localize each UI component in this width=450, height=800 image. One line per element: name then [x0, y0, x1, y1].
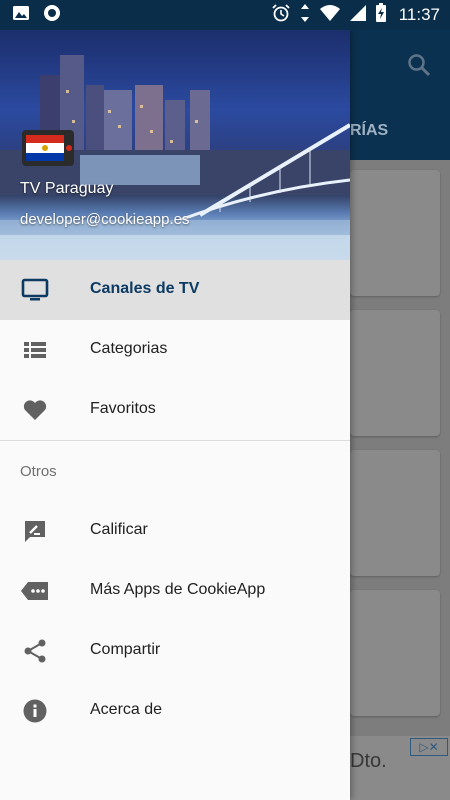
drawer-app-name: TV Paraguay	[20, 180, 114, 197]
info-icon	[20, 698, 50, 724]
alarm-icon	[271, 3, 291, 28]
menu-item-acerca-de[interactable]: Acerca de	[0, 681, 350, 741]
menu-item-label: Canales de TV	[90, 280, 200, 297]
share-icon	[20, 638, 50, 664]
data-arrows-icon	[299, 3, 311, 28]
ad-text: Dto.	[350, 750, 387, 772]
image-icon	[12, 4, 30, 27]
menu-item-label: Más Apps de CookieApp	[90, 581, 266, 598]
drawer-header: TV Paraguay developer@cookieapp.es	[0, 30, 350, 260]
menu-item-compartir[interactable]: Compartir	[0, 621, 350, 681]
status-time: 11:37	[398, 5, 440, 24]
status-bar: 11:37	[0, 0, 450, 30]
menu-item-label: Acerca de	[90, 701, 163, 718]
drawer-email: developer@cookieapp.es	[20, 211, 190, 228]
menu-section-otros: Otros	[0, 441, 350, 501]
app-avatar	[22, 130, 74, 166]
menu-item-label: Calificar	[90, 521, 148, 538]
search-icon	[406, 52, 432, 83]
heart-icon	[20, 397, 50, 423]
background-tab-label: RÍAS	[350, 122, 389, 139]
menu-item-label: Compartir	[90, 641, 161, 658]
paraguay-flag-tv-icon	[26, 135, 72, 161]
menu-item-calificar[interactable]: Calificar	[0, 501, 350, 561]
more-apps-icon	[20, 578, 50, 604]
menu-item-canales-de-tv[interactable]: Canales de TV	[0, 260, 350, 320]
background-ad-banner: Dto. ▷✕	[350, 736, 450, 800]
navigation-drawer: TV Paraguay developer@cookieapp.es Canal…	[0, 30, 350, 800]
signal-icon	[349, 4, 367, 27]
circle-app-icon	[42, 3, 62, 28]
menu-item-label: Categorias	[90, 340, 168, 357]
background-card	[350, 590, 440, 716]
background-card	[350, 170, 440, 296]
drawer-menu: Canales de TV Categorias Favoritos Otros…	[0, 260, 350, 741]
section-label: Otros	[20, 463, 57, 480]
rate-review-icon	[20, 518, 50, 544]
battery-charging-icon	[375, 2, 387, 28]
menu-item-categorias[interactable]: Categorias	[0, 320, 350, 380]
tv-icon	[20, 277, 50, 303]
menu-item-favoritos[interactable]: Favoritos	[0, 380, 350, 440]
wifi-icon	[319, 4, 341, 27]
background-card	[350, 310, 440, 436]
menu-item-label: Favoritos	[90, 400, 156, 417]
ad-choices-badge: ▷✕	[410, 738, 448, 756]
background-card	[350, 450, 440, 576]
menu-item-mas-apps[interactable]: Más Apps de CookieApp	[0, 561, 350, 621]
list-icon	[20, 337, 50, 363]
